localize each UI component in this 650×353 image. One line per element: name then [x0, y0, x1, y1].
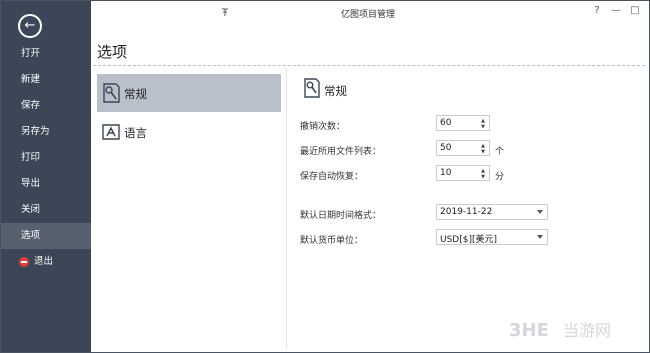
watermark-logo: 3HE 当游网: [501, 315, 641, 345]
exit-icon: [19, 257, 29, 267]
maximize-icon[interactable]: □: [626, 4, 644, 18]
autosave-label: 保存自动恢复：: [300, 172, 364, 182]
sidebar-item-label: 选项: [21, 230, 41, 241]
section-title: 常规: [324, 84, 347, 98]
sidebar-item-label: 关闭: [21, 204, 41, 215]
category-language[interactable]: 语言: [97, 113, 281, 151]
settings-wrench-icon: [103, 83, 120, 103]
stepper-value: 10: [440, 168, 452, 178]
stepper-value: 60: [440, 118, 452, 128]
watermark-logo-graphic: 3HE 当游网: [509, 320, 611, 341]
sidebar-item-exit[interactable]: 退出: [1, 249, 91, 275]
date-format-select[interactable]: 2019-11-22: [436, 204, 548, 220]
select-value: USD[$][美元]: [440, 235, 498, 245]
help-icon[interactable]: ?: [588, 4, 606, 18]
app-icon: [222, 8, 228, 16]
page-title: 选项: [97, 43, 128, 61]
autosave-unit: 分: [495, 172, 505, 182]
settings-wrench-icon: [304, 78, 320, 98]
sidebar-item-label: 另存为: [21, 126, 50, 137]
category-general[interactable]: 常规: [97, 74, 281, 112]
title-bar: 亿图项目管理 ? — □ ✕: [91, 1, 649, 25]
sidebar-item-label: 新建: [21, 74, 41, 85]
recent-files-unit: 个: [495, 147, 505, 157]
sidebar: ← 打开 新建 保存 另存为 打印 导出 关闭 选项 退出: [1, 1, 91, 352]
sidebar-item-new[interactable]: 新建: [1, 67, 91, 93]
sidebar-item-open[interactable]: 打开: [1, 41, 91, 67]
sidebar-item-label: 退出: [34, 256, 54, 267]
divider: [93, 65, 645, 66]
sidebar-item-save[interactable]: 保存: [1, 93, 91, 119]
spin-down-icon[interactable]: ▼: [479, 174, 487, 180]
sidebar-item-label: 打开: [21, 48, 41, 59]
category-label: 常规: [124, 87, 147, 101]
sidebar-item-label: 打印: [21, 152, 41, 163]
undo-count-label: 撤销次数：: [300, 122, 346, 132]
sidebar-item-label: 保存: [21, 100, 41, 111]
currency-label: 默认货币单位：: [300, 236, 364, 246]
date-format-label: 默认日期时间格式：: [300, 211, 382, 221]
window-title: 亿图项目管理: [341, 10, 396, 20]
stepper-value: 50: [440, 143, 452, 153]
sidebar-item-label: 导出: [21, 178, 41, 189]
undo-count-stepper[interactable]: 60 ▲ ▼: [436, 115, 490, 131]
chevron-down-icon: [537, 235, 543, 239]
sidebar-item-print[interactable]: 打印: [1, 145, 91, 171]
category-label: 语言: [124, 126, 147, 140]
spin-down-icon[interactable]: ▼: [479, 149, 487, 155]
close-icon[interactable]: ✕: [645, 4, 649, 18]
sidebar-item-close[interactable]: 关闭: [1, 197, 91, 223]
recent-files-label: 最近所用文件列表：: [300, 147, 382, 157]
autosave-stepper[interactable]: 10 ▲ ▼: [436, 165, 490, 181]
select-value: 2019-11-22: [440, 207, 493, 217]
divider: [286, 67, 287, 349]
chevron-down-icon: [537, 210, 543, 214]
svg-text:当游网: 当游网: [563, 321, 611, 340]
spin-down-icon[interactable]: ▼: [479, 124, 487, 130]
svg-text:3HE: 3HE: [509, 320, 549, 341]
sidebar-item-options[interactable]: 选项: [1, 223, 91, 249]
sidebar-item-save-as[interactable]: 另存为: [1, 119, 91, 145]
options-window: ← 打开 新建 保存 另存为 打印 导出 关闭 选项 退出 亿图项目管理 ? —…: [0, 0, 650, 353]
minimize-icon[interactable]: —: [607, 4, 625, 18]
language-icon: [102, 124, 120, 140]
currency-select[interactable]: USD[$][美元]: [436, 229, 548, 245]
recent-files-stepper[interactable]: 50 ▲ ▼: [436, 140, 490, 156]
sidebar-item-export[interactable]: 导出: [1, 171, 91, 197]
back-arrow-icon[interactable]: ←: [18, 14, 42, 38]
